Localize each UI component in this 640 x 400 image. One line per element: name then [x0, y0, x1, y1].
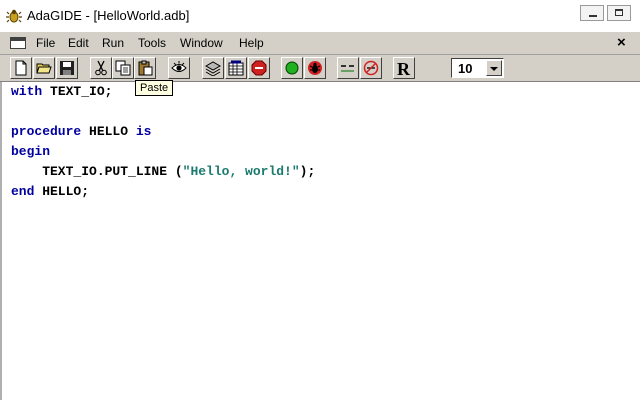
chevron-down-icon[interactable]: [486, 60, 502, 76]
menu-run[interactable]: Run: [102, 36, 124, 50]
no-comment-icon: [363, 60, 379, 76]
menu-bar: File Edit Run Tools Window Help ×: [0, 31, 640, 54]
run-green-light-icon: [285, 61, 299, 75]
keyword: procedure: [11, 124, 82, 139]
menu-file[interactable]: File: [36, 36, 55, 50]
keyword: begin: [11, 144, 51, 159]
view-button[interactable]: [168, 57, 190, 79]
uncomment-button[interactable]: [360, 57, 382, 79]
paste-tooltip: Paste: [135, 80, 174, 96]
menu-help[interactable]: Help: [239, 36, 264, 50]
build-stack-icon: [205, 61, 221, 76]
copy-button[interactable]: [112, 57, 134, 79]
stop-sign-icon: [251, 60, 267, 76]
code-line-6: end HELLO;: [11, 184, 89, 202]
save-disk-icon: [60, 61, 74, 75]
run-button[interactable]: [281, 57, 303, 79]
code-editor[interactable]: with TEXT_IO; procedure HELLO is begin T…: [0, 82, 640, 400]
keyword: end: [11, 184, 35, 199]
clipboard-icon: [138, 60, 153, 76]
keyword: with: [11, 84, 43, 99]
keyword: is: [135, 124, 152, 139]
title-bar: AdaGIDE - [HelloWorld.adb]: [0, 0, 640, 31]
font-size-value: 10: [458, 61, 473, 76]
open-folder-icon: [36, 63, 52, 74]
code-line-3: procedure HELLO is: [11, 124, 151, 142]
menu-window[interactable]: Window: [180, 36, 223, 50]
cut-button[interactable]: [90, 57, 112, 79]
code-text: HELLO;: [34, 184, 90, 199]
new-file-button[interactable]: [10, 57, 32, 79]
string-literal: "Hello, world!": [182, 164, 300, 179]
comment-button[interactable]: [337, 57, 359, 79]
copy-icon: [115, 60, 131, 76]
toolbar: R 10: [0, 54, 640, 82]
open-file-button[interactable]: [33, 57, 55, 79]
debug-button[interactable]: [304, 57, 326, 79]
build-button[interactable]: [202, 57, 224, 79]
eye-icon: [171, 61, 187, 72]
maximize-button[interactable]: [607, 5, 631, 21]
font-size-select[interactable]: 10: [451, 58, 504, 78]
compile-button[interactable]: [225, 57, 247, 79]
compile-grid-icon: [228, 60, 244, 76]
stop-button[interactable]: [248, 57, 270, 79]
save-button[interactable]: [56, 57, 78, 79]
close-document-button[interactable]: ×: [617, 35, 626, 50]
code-text: );: [299, 164, 316, 179]
window-title: AdaGIDE - [HelloWorld.adb]: [27, 8, 190, 23]
document-window-icon[interactable]: [10, 37, 26, 49]
reformat-r-icon: R: [397, 60, 411, 76]
adagide-bug-icon: [6, 9, 22, 23]
new-file-icon: [15, 60, 27, 76]
reformat-button[interactable]: R: [393, 57, 415, 79]
paste-button[interactable]: [134, 57, 156, 79]
code-line-4: begin: [11, 144, 50, 162]
comment-dashes-icon: [341, 65, 354, 72]
svg-text:R: R: [397, 60, 411, 76]
code-line-1: with TEXT_IO;: [11, 84, 112, 102]
code-text: TEXT_IO;: [42, 84, 113, 99]
minimize-button[interactable]: [580, 5, 604, 21]
code-text: HELLO: [81, 124, 136, 139]
menu-edit[interactable]: Edit: [68, 36, 89, 50]
menu-tools[interactable]: Tools: [138, 36, 166, 50]
code-text: TEXT_IO.PUT_LINE (: [11, 164, 183, 179]
scissors-icon: [95, 60, 107, 76]
code-line-5: TEXT_IO.PUT_LINE ("Hello, world!");: [11, 164, 315, 182]
debug-bug-icon: [308, 61, 322, 75]
